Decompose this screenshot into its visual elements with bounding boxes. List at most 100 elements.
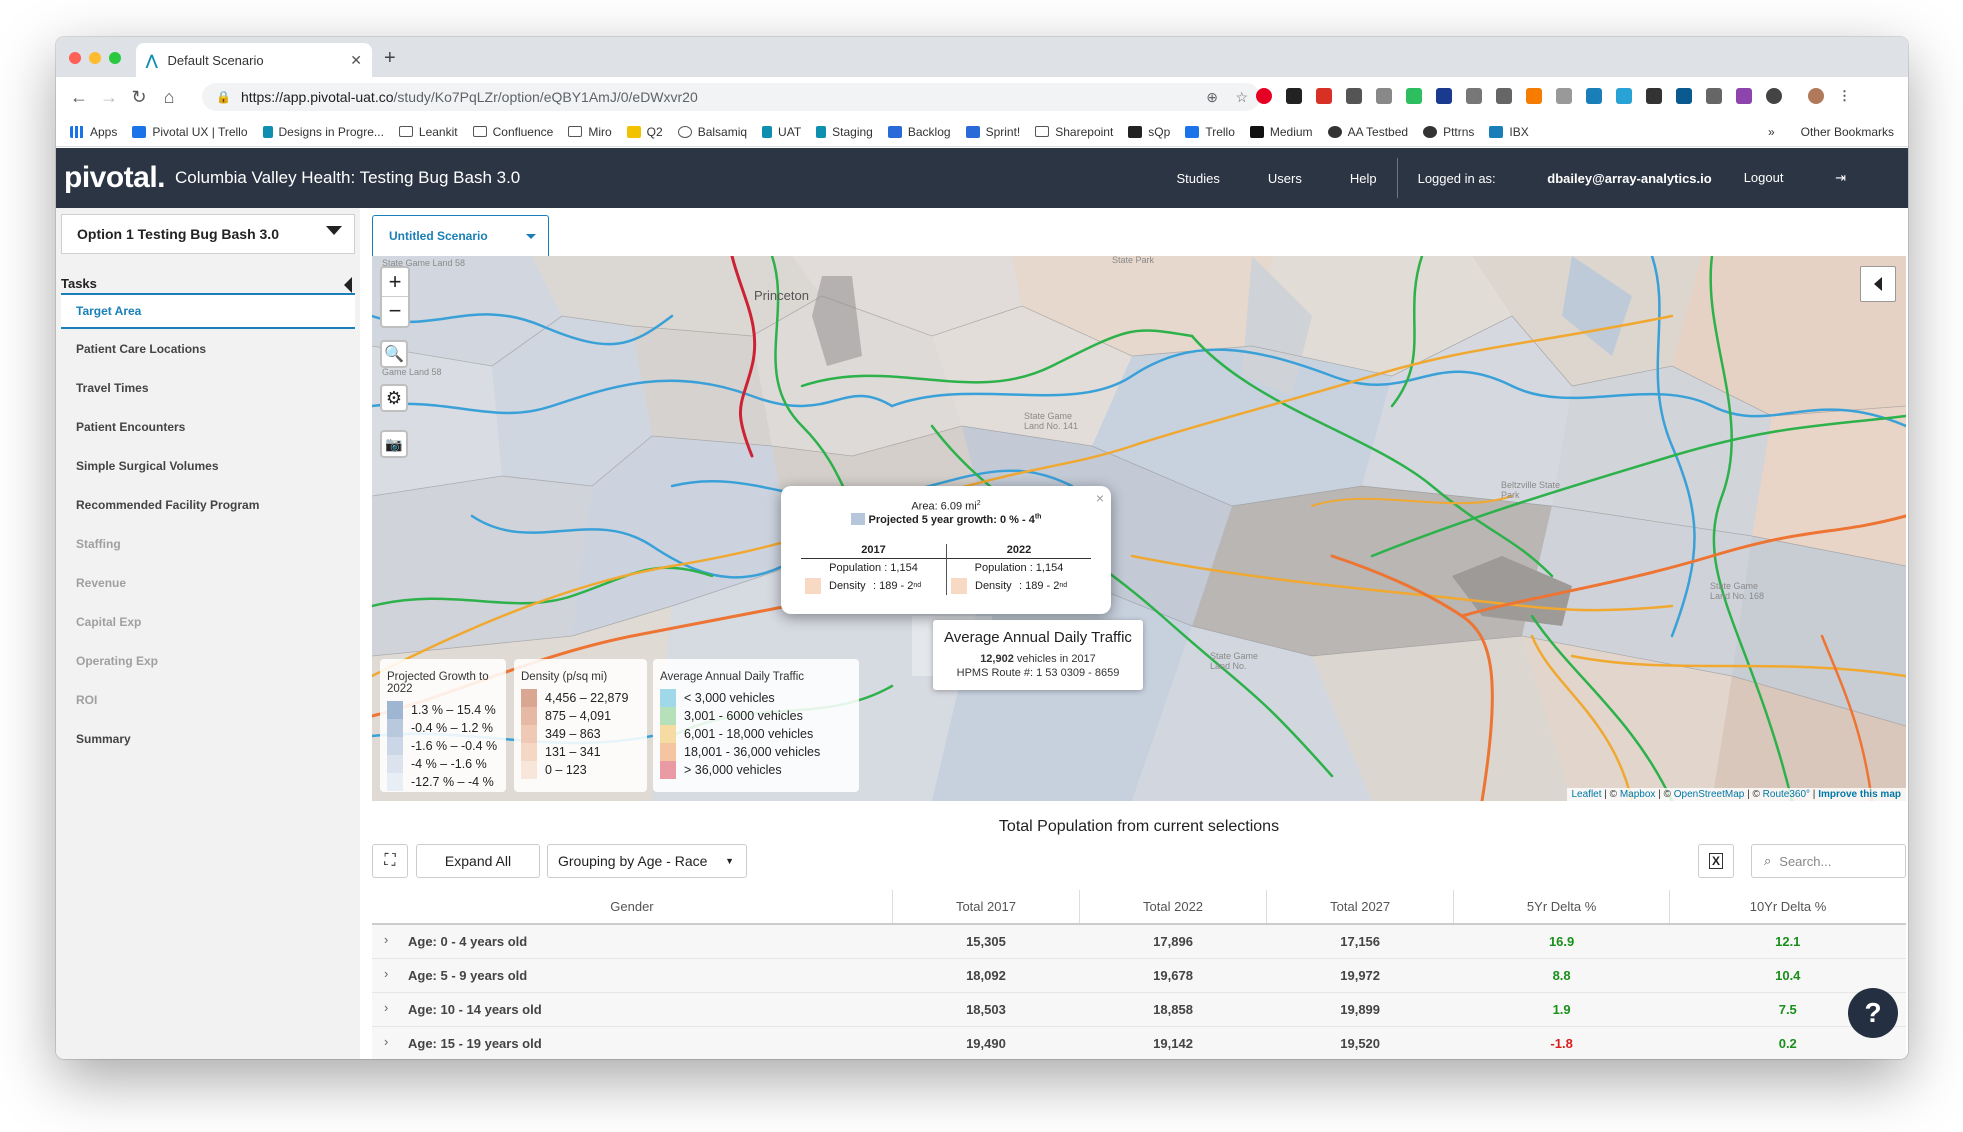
rss-icon[interactable]: [1526, 88, 1542, 104]
evernote-icon[interactable]: [1406, 88, 1422, 104]
bookmark-sprint[interactable]: Sprint!: [965, 125, 1020, 139]
nav-users[interactable]: Users: [1268, 171, 1302, 186]
table-row[interactable]: Age: 0 - 4 years old 15,30517,89617,156 …: [372, 924, 1906, 959]
column-header[interactable]: 10Yr Delta %: [1669, 890, 1906, 925]
bookmark-pivotal-trello[interactable]: Pivotal UX | Trello: [132, 125, 248, 139]
osm-link[interactable]: OpenStreetMap: [1674, 789, 1745, 800]
bookmark-pttrns[interactable]: Pttrns: [1423, 125, 1474, 139]
extension-e-icon[interactable]: [1736, 88, 1752, 104]
minimize-window-button[interactable]: [89, 52, 101, 64]
bookmark-aa-testbed[interactable]: AA Testbed: [1327, 125, 1408, 139]
bookmark-miro[interactable]: Miro: [568, 125, 612, 139]
column-header[interactable]: 5Yr Delta %: [1453, 890, 1670, 925]
table-search-input[interactable]: ⌕ Search...: [1751, 844, 1906, 878]
column-header[interactable]: Gender: [372, 890, 893, 925]
amazon-icon[interactable]: [1286, 88, 1302, 104]
medium-icon: [1249, 125, 1264, 138]
pocket-icon[interactable]: [1376, 88, 1392, 104]
zoom-out-button[interactable]: −: [382, 297, 408, 326]
more-bookmarks-icon[interactable]: »: [1768, 125, 1775, 139]
task-patient-encounters[interactable]: Patient Encounters: [61, 407, 355, 446]
route360-link[interactable]: Route360°: [1763, 789, 1810, 800]
extension-b-icon[interactable]: [1616, 88, 1632, 104]
reload-icon[interactable]: ↻: [124, 87, 154, 108]
bookmark-apps[interactable]: Apps: [70, 125, 117, 139]
scenario-tab[interactable]: Untitled Scenario: [372, 215, 549, 256]
bookmark-star-icon[interactable]: ☆: [1235, 89, 1248, 106]
close-popup-icon[interactable]: ×: [1096, 490, 1104, 506]
bookmark-uat[interactable]: UAT: [762, 125, 801, 139]
task-travel-times[interactable]: Travel Times: [61, 368, 355, 407]
nav-help[interactable]: Help: [1350, 171, 1377, 186]
other-bookmarks[interactable]: » Other Bookmarks: [1768, 125, 1894, 139]
back-icon[interactable]: ←: [64, 87, 94, 108]
improve-map-link[interactable]: Improve this map: [1818, 789, 1901, 800]
expand-all-button[interactable]: Expand All: [416, 844, 540, 878]
nav-studies[interactable]: Studies: [1177, 171, 1220, 186]
fullscreen-button[interactable]: ⛶: [372, 844, 408, 878]
export-excel-button[interactable]: X: [1698, 844, 1734, 878]
extension-a-icon[interactable]: [1586, 88, 1602, 104]
table-row[interactable]: Age: 10 - 14 years old 18,50318,85819,89…: [372, 992, 1906, 1027]
close-window-button[interactable]: [69, 52, 81, 64]
bookmark-backlog[interactable]: Backlog: [887, 125, 951, 139]
bookmark-confluence[interactable]: Confluence: [472, 125, 553, 139]
tag-icon[interactable]: [1496, 88, 1512, 104]
table-row[interactable]: Age: 15 - 19 years old 19,49019,14219,52…: [372, 1026, 1906, 1059]
column-header[interactable]: Total 2022: [1078, 890, 1267, 925]
extension-d-icon[interactable]: [1706, 88, 1722, 104]
vue-icon[interactable]: [1436, 88, 1452, 104]
browser-menu-icon[interactable]: ⋮: [1838, 88, 1851, 104]
extension-k-icon[interactable]: [1646, 88, 1662, 104]
extension-c-icon[interactable]: [1676, 88, 1692, 104]
gmail-icon[interactable]: [1316, 88, 1332, 104]
map-screenshot-button[interactable]: 📷: [380, 430, 408, 458]
mapbox-link[interactable]: Mapbox: [1620, 789, 1656, 800]
profile-avatar[interactable]: [1808, 88, 1824, 104]
bookmark-trello[interactable]: Trello: [1185, 125, 1235, 139]
reader-icon[interactable]: [1556, 88, 1572, 104]
grouping-select[interactable]: Grouping by Age - Race ▼: [547, 844, 747, 878]
collapse-panel-button[interactable]: [1860, 266, 1896, 302]
column-header[interactable]: Total 2017: [891, 890, 1080, 925]
leaflet-link[interactable]: Leaflet: [1572, 789, 1602, 800]
task-target-area[interactable]: Target Area: [61, 293, 355, 329]
column-header[interactable]: Total 2027: [1266, 890, 1454, 925]
bookmark-ibx[interactable]: IBX: [1489, 125, 1529, 139]
bookmark-designs[interactable]: Designs in Progre...: [262, 125, 384, 139]
address-bar[interactable]: 🔒 https://app.pivotal-uat.co/study/Ko7Pq…: [202, 83, 1260, 111]
map[interactable]: State Game Land 58 Princeton State Park …: [372, 256, 1906, 801]
cast-icon[interactable]: [1466, 88, 1482, 104]
close-tab-icon[interactable]: ✕: [350, 52, 362, 69]
bookmark-leankit[interactable]: Leankit: [398, 125, 458, 139]
extension-f-icon[interactable]: [1766, 88, 1782, 104]
table-row[interactable]: Age: 5 - 9 years old 18,09219,67819,972 …: [372, 958, 1906, 993]
row-label: Age: 10 - 14 years old: [372, 992, 893, 1027]
bookmark-sharepoint[interactable]: Sharepoint: [1035, 125, 1113, 139]
bookmark-q2[interactable]: Q2: [626, 125, 663, 139]
browser-tab[interactable]: ⋀ Default Scenario ✕: [136, 43, 372, 77]
new-tab-icon[interactable]: +: [384, 47, 396, 70]
bookmark-balsamiq[interactable]: Balsamiq: [677, 125, 747, 139]
zoom-in-button[interactable]: +: [382, 268, 408, 297]
task-recommended-facility-program[interactable]: Recommended Facility Program: [61, 485, 355, 524]
task-patient-care-locations[interactable]: Patient Care Locations: [61, 329, 355, 368]
collapse-tasks-icon[interactable]: [344, 277, 352, 293]
forward-icon[interactable]: →: [94, 87, 124, 108]
location-icon[interactable]: ⊕: [1206, 89, 1218, 106]
bookmark-medium[interactable]: Medium: [1249, 125, 1313, 139]
help-button[interactable]: ?: [1848, 988, 1898, 1038]
pinterest-icon[interactable]: [1256, 88, 1272, 104]
pivotal-logo[interactable]: pivotal.: [64, 161, 166, 195]
maximize-window-button[interactable]: [109, 52, 121, 64]
task-simple-surgical-volumes[interactable]: Simple Surgical Volumes: [61, 446, 355, 485]
option-select[interactable]: Option 1 Testing Bug Bash 3.0: [61, 214, 355, 254]
bookmark-staging[interactable]: Staging: [816, 125, 873, 139]
map-settings-button[interactable]: ⚙: [380, 384, 408, 412]
home-icon[interactable]: ⌂: [154, 87, 184, 108]
task-summary[interactable]: Summary: [61, 719, 355, 758]
map-search-button[interactable]: 🔍: [380, 340, 408, 368]
logout-link[interactable]: Logout ⇥: [1744, 170, 1894, 186]
bookmark-sqp[interactable]: sQp: [1128, 125, 1170, 139]
fx-icon[interactable]: [1346, 88, 1362, 104]
